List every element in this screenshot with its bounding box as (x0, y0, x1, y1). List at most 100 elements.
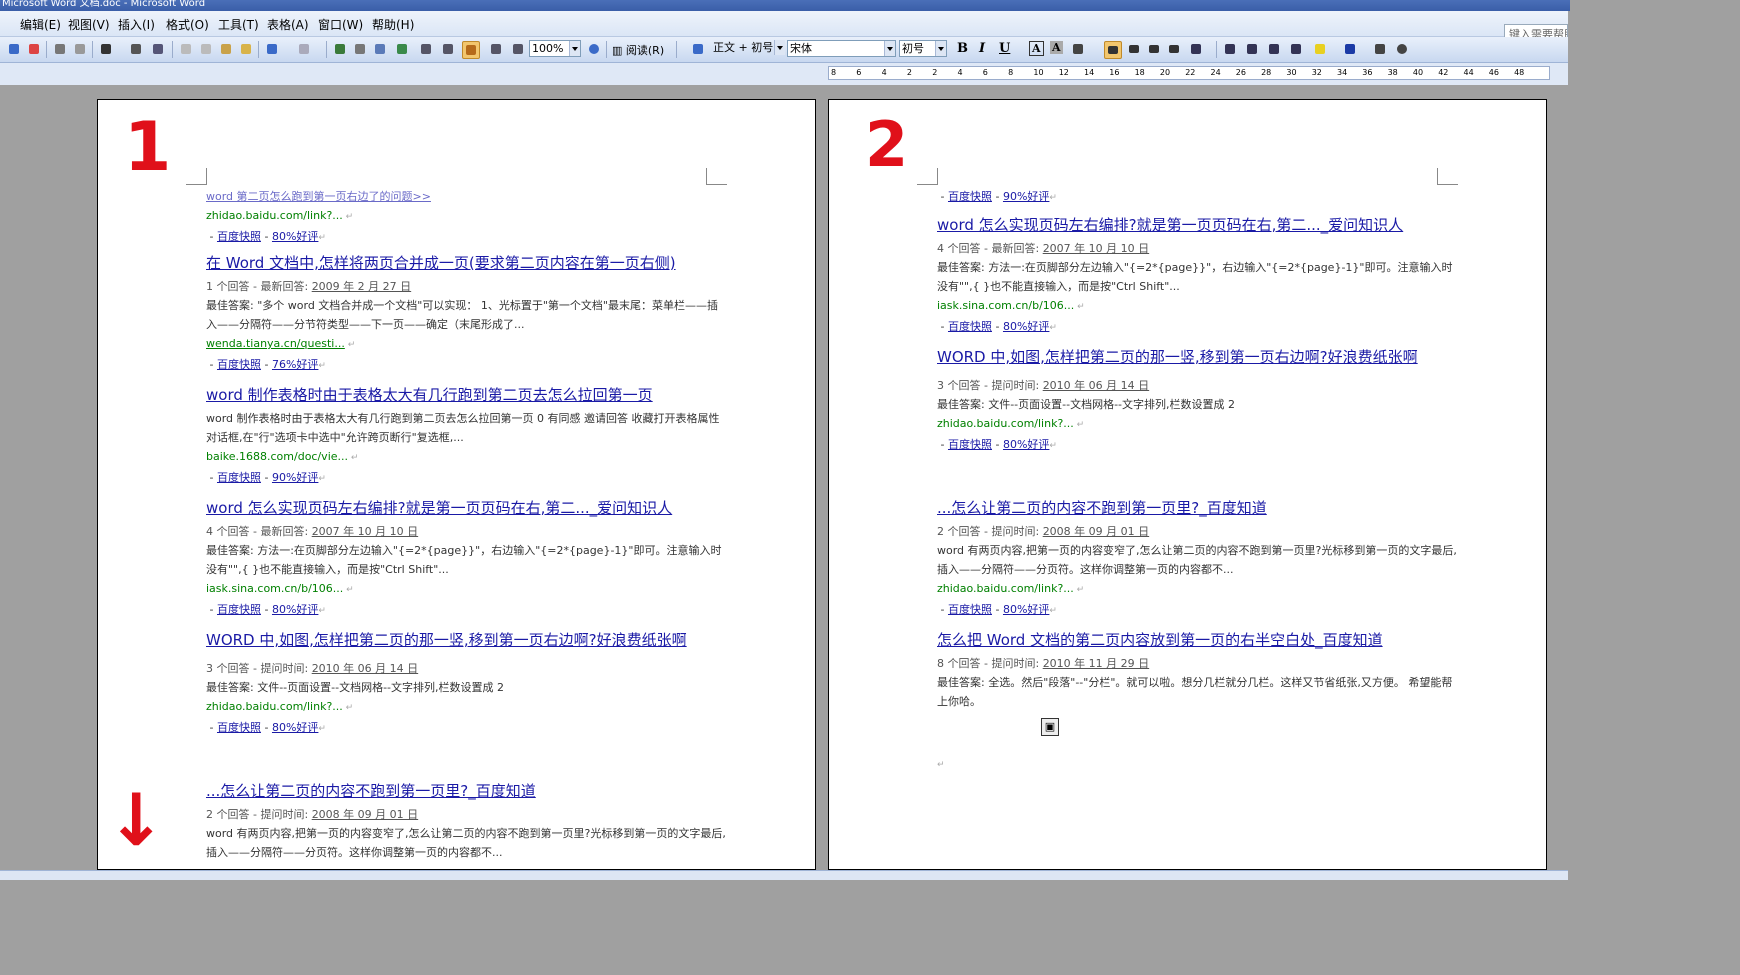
numbering-icon[interactable] (1222, 41, 1238, 57)
document-map-icon[interactable] (462, 41, 480, 59)
columns-icon[interactable] (418, 41, 434, 57)
rating-link[interactable]: 80%好评 (272, 230, 318, 243)
rating-link[interactable]: 90%好评 (272, 471, 318, 484)
copy-icon[interactable] (198, 41, 214, 57)
align-center-icon[interactable] (1126, 41, 1142, 57)
result-title[interactable]: 在 Word 文档中,怎样将两页合并成一页(要求第二页内容在第一页右侧) (206, 249, 726, 277)
menu-format[interactable]: 格式(O) (166, 16, 209, 33)
paste-icon[interactable] (218, 41, 234, 57)
undo-icon[interactable] (264, 41, 280, 57)
font-size-select[interactable]: 初号 (899, 40, 947, 57)
snapshot-link[interactable]: 百度快照 (948, 190, 992, 203)
result-title[interactable]: word 第二页怎么跑到第一页右边了的问题>> (206, 187, 726, 206)
insert-excel-icon[interactable] (394, 41, 410, 57)
menu-insert[interactable]: 插入(I) (118, 16, 155, 33)
result-title[interactable]: ...怎么让第二页的内容不跑到第一页里?_百度知道 (937, 494, 1457, 522)
horizontal-ruler[interactable]: 8 6 4 2 2 4 6 8 10 12 14 16 18 20 22 24 26 28 30 32 34 36 38 40… (0, 63, 1568, 85)
result-url[interactable]: wenda.tianya.cn/questi... (206, 337, 345, 350)
show-hide-icon[interactable] (488, 41, 504, 57)
cut-icon[interactable] (178, 41, 194, 57)
result-title[interactable]: WORD 中,如图,怎样把第二页的那一竖,移到第一页右边啊?好浪费纸张啊 (937, 339, 1457, 376)
print-preview-icon[interactable] (72, 41, 88, 57)
margin-corner-tl (186, 168, 207, 185)
redo-icon[interactable] (296, 41, 312, 57)
menu-table[interactable]: 表格(A) (267, 16, 309, 33)
snapshot-link[interactable]: 百度快照 (217, 603, 261, 616)
rating-link[interactable]: 80%好评 (1003, 603, 1049, 616)
page-1: 1 ↓ word 第二页怎么跑到第一页右边了的问题>> zhidao.baidu… (97, 99, 816, 870)
char-border-button[interactable]: A (1029, 41, 1044, 56)
font-color-icon[interactable] (1342, 41, 1358, 57)
toolbar: 100% ▥ 阅读(R) 正文 + 初号 宋体 初号 B I U A A (0, 37, 1568, 63)
snapshot-link[interactable]: 百度快照 (948, 320, 992, 333)
ruler-tick: 2 (932, 68, 938, 77)
rating-link[interactable]: 80%好评 (1003, 438, 1049, 451)
help-icon[interactable] (586, 41, 602, 57)
rating-link[interactable]: 76%好评 (272, 358, 318, 371)
result-title[interactable]: WORD 中,如图,怎样把第二页的那一竖,移到第一页右边啊?好浪费纸张啊 (206, 622, 726, 659)
snapshot-link[interactable]: 百度快照 (217, 721, 261, 734)
ruler-tick: 46 (1488, 68, 1499, 77)
result-answer: 最佳答案: 文件--页面设置--文档网格--文字排列,栏数设置成 2 (206, 681, 505, 694)
save-icon[interactable] (6, 41, 22, 57)
bullets-icon[interactable] (1244, 41, 1260, 57)
align-right-icon[interactable] (1146, 41, 1162, 57)
paste-options-icon[interactable]: ▣ (1041, 718, 1059, 736)
snapshot-link[interactable]: 百度快照 (217, 471, 261, 484)
snapshot-link[interactable]: 百度快照 (948, 603, 992, 616)
bold-button[interactable]: B (957, 41, 968, 56)
menu-window[interactable]: 窗口(W) (318, 16, 363, 33)
result-fragment: - 百度快照 - 90%好评↵ (940, 190, 1057, 203)
read-mode-button[interactable]: ▥ 阅读(R) (612, 42, 664, 58)
result-answer: 最佳答案: 全选。然后"段落"--"分栏"。就可以啦。想分几栏就分几栏。这样又节… (937, 676, 1453, 708)
page-2: 2 - 百度快照 - 90%好评↵ word 怎么实现页码左右编排?就是第一页页… (828, 99, 1547, 870)
phonetic-guide-icon[interactable] (1372, 41, 1388, 57)
style-select[interactable]: 正文 + 初号 (711, 40, 785, 57)
styles-icon[interactable] (690, 41, 706, 57)
result-title[interactable]: 怎么把 Word 文档的第二页内容放到第一页的右半空白处_百度知道 (937, 626, 1457, 654)
align-left-icon[interactable] (1104, 41, 1122, 59)
increase-indent-icon[interactable] (1288, 41, 1304, 57)
permission-icon[interactable] (26, 41, 42, 57)
menu-help[interactable]: 帮助(H) (372, 16, 414, 33)
snapshot-link[interactable]: 百度快照 (217, 358, 261, 371)
zoom-select[interactable]: 100% (529, 40, 581, 57)
underline-button[interactable]: U (999, 41, 1010, 56)
result-url: baike.1688.com/doc/vie... (206, 450, 349, 463)
tables-borders-icon[interactable] (352, 41, 368, 57)
format-painter-icon[interactable] (238, 41, 254, 57)
snapshot-link[interactable]: 百度快照 (217, 230, 261, 243)
print-icon[interactable] (52, 41, 68, 57)
menu-tools[interactable]: 工具(T) (218, 16, 259, 33)
char-scale-icon[interactable] (1070, 41, 1086, 57)
result-title[interactable]: word 怎么实现页码左右编排?就是第一页页码在右,第二..._爱问知识人 (206, 494, 726, 522)
char-shading-button[interactable]: A (1050, 41, 1063, 54)
menu-edit[interactable]: 编辑(E) (20, 16, 61, 33)
ruler-tick: 42 (1438, 68, 1449, 77)
decrease-indent-icon[interactable] (1266, 41, 1282, 57)
result-title[interactable]: word 制作表格时由于表格太大有几行跑到第二页去怎么拉回第一页 (206, 381, 726, 409)
traditional-chinese-icon[interactable] (98, 41, 114, 57)
rating-link[interactable]: 80%好评 (272, 603, 318, 616)
paragraph-mark-icon[interactable] (510, 41, 526, 57)
enclose-char-icon[interactable] (1394, 41, 1410, 57)
font-select[interactable]: 宋体 (787, 40, 896, 57)
drawing-icon[interactable] (440, 41, 456, 57)
rating-link[interactable]: 80%好评 (1003, 320, 1049, 333)
highlight-icon[interactable] (1312, 41, 1328, 57)
rating-link[interactable]: 80%好评 (272, 721, 318, 734)
snapshot-link[interactable]: 百度快照 (948, 438, 992, 451)
line-spacing-icon[interactable] (1188, 41, 1204, 57)
italic-button[interactable]: I (979, 41, 985, 56)
hyperlink-icon[interactable] (332, 41, 348, 57)
result-title[interactable]: ...怎么让第二页的内容不跑到第一页里?_百度知道 (206, 777, 726, 805)
research-icon[interactable] (150, 41, 166, 57)
result-title[interactable]: word 怎么实现页码左右编排?就是第一页页码在右,第二..._爱问知识人 (937, 211, 1457, 239)
result-snippet: word 有两页内容,把第一页的内容变窄了,怎么让第二页的内容不跑到第一页里?光… (206, 827, 726, 859)
justify-icon[interactable] (1166, 41, 1182, 57)
spelling-icon[interactable] (128, 41, 144, 57)
menu-view[interactable]: 视图(V) (68, 16, 110, 33)
rating-link[interactable]: 90%好评 (1003, 190, 1049, 203)
ruler-tick: 12 (1058, 68, 1069, 77)
insert-table-icon[interactable] (372, 41, 388, 57)
